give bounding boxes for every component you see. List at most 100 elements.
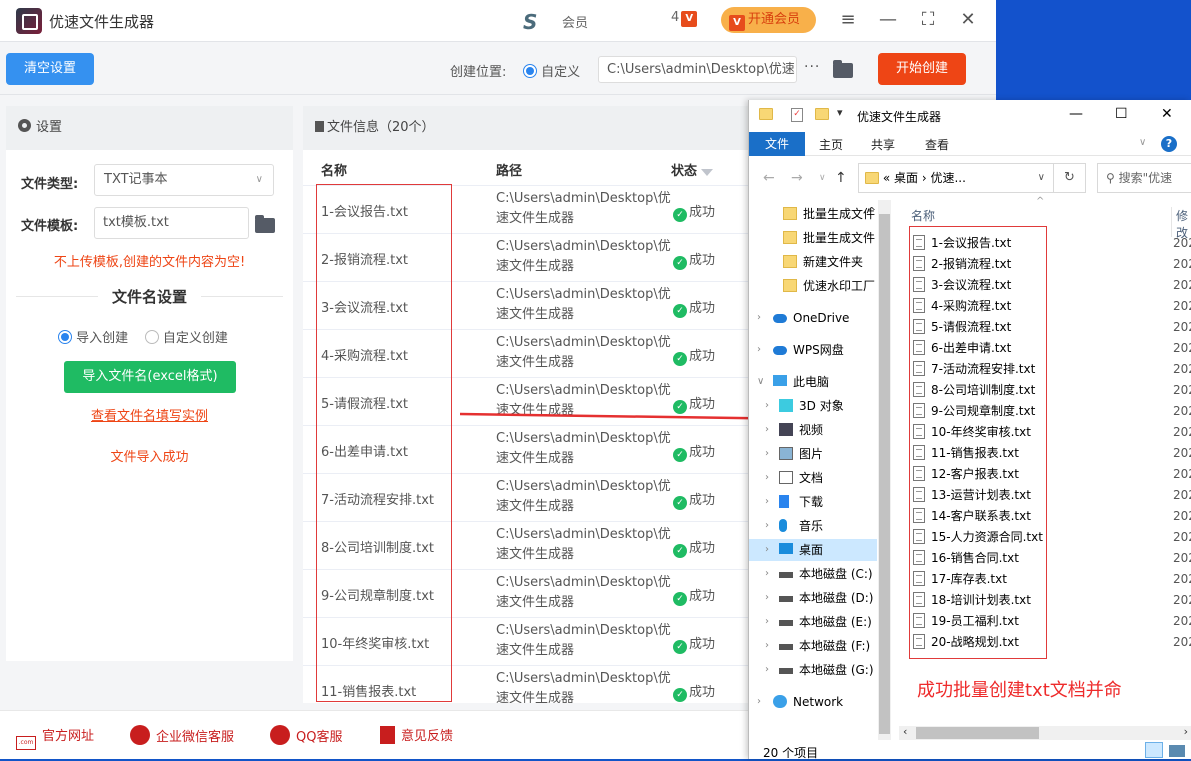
expand-icon[interactable]: ›	[765, 491, 769, 513]
nav-item[interactable]: › 图片	[749, 443, 877, 465]
expand-icon[interactable]: ›	[765, 539, 769, 561]
column-header-name[interactable]: 名称	[911, 207, 935, 224]
nav-item[interactable]: › 音乐	[749, 515, 877, 537]
expand-icon[interactable]: ›	[765, 395, 769, 417]
maximize-icon[interactable]: ☐	[1115, 106, 1128, 122]
close-icon[interactable]: ✕	[1161, 106, 1173, 122]
nav-item[interactable]: › 桌面	[749, 539, 877, 561]
expand-icon[interactable]: ›	[765, 443, 769, 465]
user-avatar-icon[interactable]: S	[523, 10, 553, 34]
example-link[interactable]: 查看文件名填写实例	[6, 405, 293, 424]
column-header-modified[interactable]: 修改	[1171, 207, 1191, 240]
scrollbar-thumb[interactable]	[879, 214, 890, 734]
footer-feedback-link[interactable]: 意见反馈	[380, 725, 453, 744]
nav-item[interactable]: › 本地磁盘 (E:)	[749, 611, 877, 633]
expand-icon[interactable]: ›	[765, 635, 769, 657]
nav-item[interactable]: › 视频	[749, 419, 877, 441]
back-icon[interactable]: ←	[763, 170, 775, 186]
template-folder-icon[interactable]	[255, 215, 275, 233]
ribbon-tab-home[interactable]: 主页	[819, 136, 843, 153]
ribbon-expand-icon[interactable]: ∨	[1139, 137, 1146, 148]
address-dropdown-icon[interactable]: ∨	[1038, 164, 1045, 192]
forward-icon[interactable]: →	[791, 170, 803, 186]
footer-wechat-link[interactable]: 企业微信客服	[130, 725, 234, 745]
expand-icon[interactable]: ›	[757, 691, 761, 713]
open-vip-button[interactable]: V 开通会员	[721, 7, 816, 33]
start-create-button[interactable]: 开始创建	[878, 53, 966, 85]
more-icon[interactable]: ···	[804, 59, 820, 75]
file-type-select[interactable]: TXT记事本 ∨	[94, 164, 274, 196]
expand-icon[interactable]: ›	[765, 563, 769, 585]
quick-access-dropdown-icon[interactable]: ▾	[837, 106, 843, 119]
scrollbar-thumb[interactable]	[916, 727, 1039, 739]
minimize-icon[interactable]: —	[1069, 106, 1083, 122]
footer-qq-link[interactable]: QQ客服	[270, 725, 342, 745]
breadcrumb-overflow[interactable]: «	[883, 171, 890, 185]
ribbon-tab-view[interactable]: 查看	[925, 136, 949, 153]
scroll-up-icon[interactable]: ^	[867, 205, 876, 218]
nav-item[interactable]: 新建文件夹	[749, 251, 877, 273]
menu-icon[interactable]: ≡	[836, 8, 860, 32]
refresh-icon[interactable]: ↻	[1054, 163, 1086, 193]
nav-item[interactable]: ∨ 此电脑	[749, 371, 877, 393]
browse-folder-icon[interactable]	[833, 60, 853, 78]
nav-item[interactable]: › 文档	[749, 467, 877, 489]
import-filenames-button[interactable]: 导入文件名(excel格式)	[64, 361, 236, 393]
nav-item[interactable]: › 本地磁盘 (C:)	[749, 563, 877, 585]
nav-item[interactable]: › 本地磁盘 (D:)	[749, 587, 877, 609]
collapse-icon[interactable]: ∨	[757, 371, 764, 393]
column-status[interactable]: 状态	[671, 160, 714, 179]
horizontal-scrollbar[interactable]: ‹ ›	[899, 725, 1191, 740]
mode-custom-radio[interactable]: 自定义创建	[144, 330, 228, 346]
filter-icon[interactable]	[701, 169, 714, 176]
expand-icon[interactable]: ›	[765, 515, 769, 537]
user-name[interactable]: 会员	[562, 12, 588, 31]
navigation-scrollbar[interactable]	[878, 200, 891, 740]
scroll-right-icon[interactable]: ›	[1184, 725, 1188, 738]
minimize-icon[interactable]: —	[876, 8, 900, 32]
close-icon[interactable]: ✕	[956, 8, 980, 32]
expand-icon[interactable]: ›	[757, 339, 761, 361]
check-circle-icon: ✓	[673, 496, 687, 510]
properties-icon[interactable]: ✓	[791, 108, 803, 122]
nav-item[interactable]: › 3D 对象	[749, 395, 877, 417]
expand-icon[interactable]: ›	[757, 307, 761, 329]
nav-item[interactable]: › 本地磁盘 (G:)	[749, 659, 877, 681]
nav-item[interactable]: 批量生成文件	[749, 227, 877, 249]
search-input[interactable]: ⚲ 搜索"优速	[1097, 163, 1191, 193]
3d-icon	[779, 399, 793, 412]
ribbon-tab-file[interactable]: 文件	[749, 132, 805, 156]
expand-icon[interactable]: ›	[765, 659, 769, 681]
large-icons-view-icon[interactable]	[1169, 745, 1185, 757]
nav-item[interactable]: › Network	[749, 691, 877, 713]
nav-item[interactable]: › OneDrive	[749, 307, 877, 329]
expand-icon[interactable]: ›	[765, 611, 769, 633]
breadcrumb-desktop[interactable]: 桌面	[894, 171, 918, 185]
nav-item[interactable]: 优速水印工厂	[749, 275, 877, 297]
recent-dropdown-icon[interactable]: ∨	[819, 173, 826, 183]
expand-icon[interactable]: ›	[765, 467, 769, 489]
footer-website-link[interactable]: .com 官方网址	[16, 725, 94, 750]
up-icon[interactable]: ↑	[835, 170, 847, 186]
template-input[interactable]: txt模板.txt	[94, 207, 249, 239]
vip-badge[interactable]: 4V	[671, 10, 698, 27]
scroll-left-icon[interactable]: ‹	[903, 725, 907, 738]
location-path-input[interactable]: C:\Users\admin\Desktop\优速	[598, 56, 797, 83]
mode-import-radio[interactable]: 导入创建	[58, 330, 128, 346]
nav-item[interactable]: › 本地磁盘 (F:)	[749, 635, 877, 657]
breadcrumb-current[interactable]: 优速...	[930, 171, 965, 185]
location-custom-radio[interactable]: 自定义	[523, 61, 580, 80]
expand-icon[interactable]: ›	[765, 587, 769, 609]
clear-settings-button[interactable]: 清空设置	[6, 53, 94, 85]
nav-item[interactable]: › 下载	[749, 491, 877, 513]
nav-item[interactable]: › WPS网盘	[749, 339, 877, 361]
details-view-icon[interactable]	[1145, 742, 1163, 758]
expand-icon[interactable]: ›	[765, 419, 769, 441]
ribbon-tab-share[interactable]: 共享	[871, 136, 895, 153]
settings-panel: 设置 文件类型: TXT记事本 ∨ 文件模板: txt模板.txt 不上传模板,创…	[6, 106, 293, 661]
help-icon[interactable]: ?	[1161, 136, 1177, 152]
nav-item[interactable]: 批量生成文件	[749, 203, 877, 225]
new-folder-icon[interactable]	[815, 108, 829, 120]
maximize-icon[interactable]: ⛶	[916, 8, 940, 32]
address-bar[interactable]: « 桌面 › 优速... ∨	[858, 163, 1054, 193]
